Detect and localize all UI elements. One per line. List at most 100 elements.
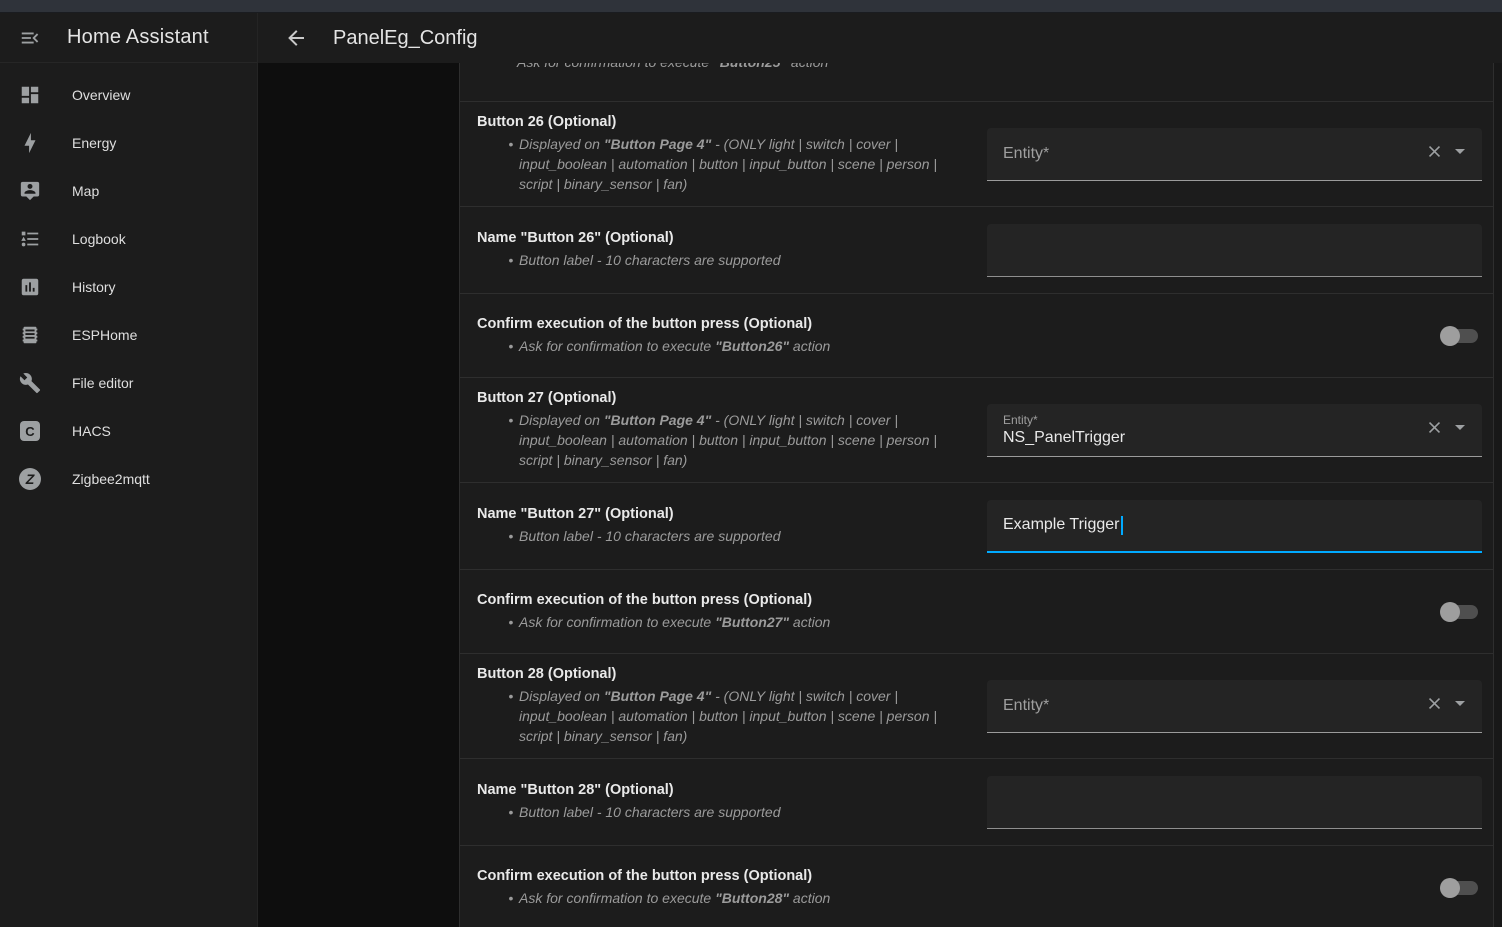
entity-select-value: NS_PanelTrigger [1003,429,1422,447]
confirm-row: Confirm execution of the button press (O… [460,846,1493,927]
entity-row: Button 28 (Optional) • Displayed on "But… [460,654,1493,759]
bullet-marker: • [503,410,519,470]
clear-icon[interactable] [1425,142,1444,166]
field-description: • Ask for confirmation to execute "Butto… [477,888,955,908]
wrench-icon [18,371,42,395]
field-description: • Ask for confirmation to execute "Butto… [477,612,955,632]
sidebar-item-label: History [72,279,116,295]
config-form-panel: Ask for confirmation to execute "Button2… [459,63,1494,927]
name-row: Name "Button 26" (Optional) • Button lab… [460,207,1493,294]
toggle-knob [1440,602,1460,622]
page-header: PanelEg_Config [258,13,1502,63]
field-label: Name "Button 26" (Optional) [477,230,967,246]
sidebar-item-esphome[interactable]: ESPHome [0,311,257,359]
field-label: Name "Button 28" (Optional) [477,782,967,798]
sidebar-item-file-editor[interactable]: File editor [0,359,257,407]
field-label: Confirm execution of the button press (O… [477,868,967,884]
entity-select[interactable]: Entity* NS_PanelTrigger [987,404,1482,457]
sidebar-item-label: Map [72,183,99,199]
content-area: Ask for confirmation to execute "Button2… [258,63,1502,927]
sidebar-nav: Overview Energy Map Logbook History ESPH… [0,63,257,503]
clear-icon[interactable] [1425,418,1444,442]
page-title: PanelEg_Config [333,27,478,50]
sidebar-item-label: ESPHome [72,327,137,343]
sidebar-item-label: File editor [72,375,133,391]
field-label: Confirm execution of the button press (O… [477,316,967,332]
sidebar-item-map[interactable]: Map [0,167,257,215]
chevron-down-icon[interactable] [1448,139,1472,168]
tooltip-account-icon [18,179,42,203]
chevron-down-icon[interactable] [1448,415,1472,444]
content-left-gap [258,63,459,927]
menu-open-icon[interactable] [18,26,42,50]
chart-box-icon [18,275,42,299]
field-label: Button 28 (Optional) [477,666,967,682]
window-top-strip [0,0,1502,13]
confirm-toggle[interactable] [1440,602,1478,622]
view-dashboard-icon [18,83,42,107]
text-caret [1121,516,1123,535]
entity-select[interactable]: Entity* [987,128,1482,181]
hacs-c-icon: C [18,419,42,443]
name-input[interactable] [987,776,1482,829]
sidebar-item-label: Energy [72,135,116,151]
bullet-marker: • [503,134,519,194]
entity-select-label: Entity* [1003,413,1422,427]
entity-row: Button 26 (Optional) • Displayed on "But… [460,102,1493,207]
field-description: • Button label - 10 characters are suppo… [477,802,955,822]
bullet-marker: • [503,888,519,908]
chip-icon [18,323,42,347]
confirm-row: Confirm execution of the button press (O… [460,570,1493,654]
name-input[interactable] [987,224,1482,277]
sidebar-header: Home Assistant [0,13,257,63]
chevron-down-icon[interactable] [1448,691,1472,720]
toggle-knob [1440,878,1460,898]
field-description: Ask for confirmation to execute "Button2… [517,63,828,72]
field-label: Button 26 (Optional) [477,114,967,130]
clear-icon[interactable] [1425,694,1444,718]
list-bulleted-icon [18,227,42,251]
field-description: • Button label - 10 characters are suppo… [477,250,955,270]
bullet-marker: • [503,612,519,632]
entity-select-label: Entity* [1003,145,1422,163]
arrow-left-icon[interactable] [284,26,308,50]
content-right-strip [1494,63,1502,927]
entity-select-label: Entity* [1003,697,1422,715]
confirm-row: Confirm execution of the button press (O… [460,294,1493,378]
field-label: Button 27 (Optional) [477,390,967,406]
sidebar-item-label: Logbook [72,231,126,247]
lightning-bolt-icon [18,131,42,155]
field-description: • Displayed on "Button Page 4" - (ONLY l… [477,134,955,194]
field-description: • Displayed on "Button Page 4" - (ONLY l… [477,410,955,470]
name-row: Name "Button 28" (Optional) • Button lab… [460,759,1493,846]
sidebar-item-zigbee2mqtt[interactable]: Z Zigbee2mqtt [0,455,257,503]
sidebar-item-label: Overview [72,87,130,103]
bullet-marker: • [503,686,519,746]
zigbee-z-icon: Z [18,467,42,491]
bullet-marker: • [503,802,519,822]
sidebar-item-label: Zigbee2mqtt [72,471,150,487]
field-label: Name "Button 27" (Optional) [477,506,967,522]
sidebar-item-hacs[interactable]: C HACS [0,407,257,455]
field-description: • Button label - 10 characters are suppo… [477,526,955,546]
sidebar-item-label: HACS [72,423,111,439]
sidebar-item-history[interactable]: History [0,263,257,311]
field-label: Confirm execution of the button press (O… [477,592,967,608]
clipped-previous-row: Ask for confirmation to execute "Button2… [460,63,1493,102]
bullet-marker: • [503,526,519,546]
entity-select[interactable]: Entity* [987,680,1482,733]
entity-row: Button 27 (Optional) • Displayed on "But… [460,378,1493,483]
bullet-marker: • [503,336,519,356]
bullet-marker: • [503,250,519,270]
name-input-value: Example Trigger [1003,516,1120,534]
confirm-toggle[interactable] [1440,878,1478,898]
sidebar: Home Assistant Overview Energy Map Logbo… [0,13,258,927]
name-input[interactable]: Example Trigger [987,500,1482,553]
field-description: • Ask for confirmation to execute "Butto… [477,336,955,356]
toggle-knob [1440,326,1460,346]
sidebar-item-energy[interactable]: Energy [0,119,257,167]
confirm-toggle[interactable] [1440,326,1478,346]
sidebar-item-overview[interactable]: Overview [0,71,257,119]
sidebar-item-logbook[interactable]: Logbook [0,215,257,263]
field-description: • Displayed on "Button Page 4" - (ONLY l… [477,686,955,746]
